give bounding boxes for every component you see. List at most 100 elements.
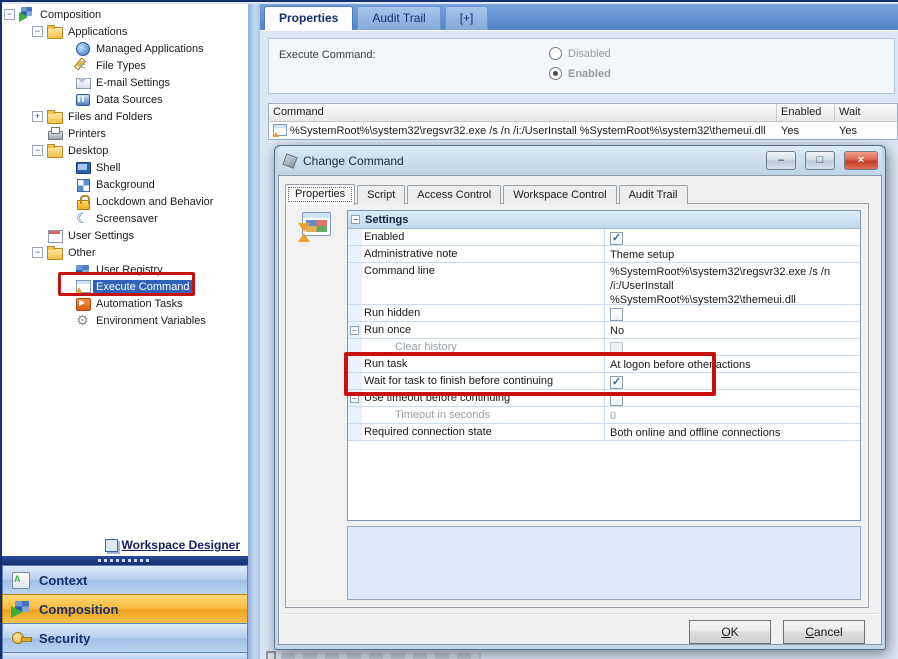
composition-icon	[19, 7, 34, 22]
tree-item-label[interactable]: User Settings	[65, 229, 137, 243]
tree-item-execute-command[interactable]: Execute Command	[2, 278, 248, 295]
wait-cell: Yes	[835, 125, 897, 137]
tree-item-label[interactable]: File Types	[93, 59, 149, 73]
run-hidden-checkbox[interactable]	[610, 308, 623, 321]
obscured-checkbox	[266, 651, 276, 659]
expand-icon[interactable]: +	[32, 111, 43, 122]
collapse-icon[interactable]: −	[350, 326, 359, 335]
restore-button[interactable]: □	[805, 151, 835, 170]
tree-item-label[interactable]: Automation Tasks	[93, 297, 186, 311]
radio-off-icon[interactable]	[549, 47, 562, 60]
tree-item-background[interactable]: Background	[2, 176, 248, 193]
run-task-value[interactable]: At logon before other actions	[605, 356, 860, 372]
tree-item-file-types[interactable]: File Types	[2, 57, 248, 74]
collapse-icon[interactable]: −	[32, 247, 43, 258]
dialog-tab-workspace-control[interactable]: Workspace Control	[503, 185, 616, 204]
dialog-body: Properties Script Access Control Workspa…	[278, 175, 882, 645]
column-header-wait[interactable]: Wait	[835, 104, 897, 121]
setting-name: Enabled	[362, 229, 605, 245]
tree-item-label[interactable]: Desktop	[65, 144, 111, 158]
minimize-button[interactable]: –	[766, 151, 796, 170]
dialog-tab-audit-trail[interactable]: Audit Trail	[619, 185, 688, 204]
tree-item-label[interactable]: Printers	[65, 127, 109, 141]
tree-item-user-settings[interactable]: User Settings	[2, 227, 248, 244]
column-header-enabled[interactable]: Enabled	[777, 104, 835, 121]
tree-item-automation-tasks[interactable]: Automation Tasks	[2, 295, 248, 312]
tree-item-label[interactable]: Managed Applications	[93, 42, 207, 56]
tree-item-label[interactable]: User Registry	[93, 263, 166, 277]
dialog-tab-properties[interactable]: Properties	[285, 184, 355, 205]
tree-item-lockdown-and-behavior[interactable]: Lockdown and Behavior	[2, 193, 248, 210]
tree-item-label[interactable]: Other	[65, 246, 99, 260]
tree-item-environment-variables[interactable]: ⚙ Environment Variables	[2, 312, 248, 329]
tree-item-label[interactable]: Data Sources	[93, 93, 166, 107]
tree-item-label[interactable]: Shell	[93, 161, 123, 175]
tree-item-composition[interactable]: − Composition	[2, 6, 248, 23]
tree-item-other[interactable]: − Other	[2, 244, 248, 261]
dialog-tab-access-control[interactable]: Access Control	[407, 185, 501, 204]
wait-for-task-checkbox[interactable]: ✓	[610, 376, 623, 389]
nav-button-context[interactable]: Context	[2, 565, 248, 594]
setting-name: Run hidden	[362, 305, 605, 321]
panel-splitter[interactable]	[248, 4, 260, 659]
tree-item-screensaver[interactable]: ☾ Screensaver	[2, 210, 248, 227]
setting-row-administrative-note: Administrative note Theme setup	[348, 246, 860, 263]
column-header-command[interactable]: Command	[269, 104, 777, 121]
tree-item-managed-applications[interactable]: Managed Applications	[2, 40, 248, 57]
lockdown-icon	[75, 194, 90, 209]
required-connection-state-value[interactable]: Both online and offline connections	[605, 424, 860, 440]
tree-item-shell[interactable]: Shell	[2, 159, 248, 176]
nav-button-partial[interactable]	[2, 652, 248, 659]
tree-item-label[interactable]: Screensaver	[93, 212, 161, 226]
collapse-icon[interactable]: −	[351, 215, 360, 224]
tree-item-desktop[interactable]: − Desktop	[2, 142, 248, 159]
tree-item-data-sources[interactable]: Data Sources	[2, 91, 248, 108]
tree-item-printers[interactable]: Printers	[2, 125, 248, 142]
tree-item-label[interactable]: E-mail Settings	[93, 76, 173, 90]
use-timeout-checkbox[interactable]	[610, 393, 623, 406]
administrative-note-value[interactable]: Theme setup	[605, 246, 860, 262]
enabled-cell: Yes	[777, 125, 835, 137]
sidebar-splitter[interactable]	[2, 556, 248, 565]
radio-enabled[interactable]: Enabled	[549, 67, 611, 80]
collapse-icon[interactable]: −	[32, 26, 43, 37]
cancel-button[interactable]: Cancel	[783, 620, 865, 644]
collapse-icon[interactable]: −	[4, 9, 15, 20]
ok-button[interactable]: OK	[689, 620, 771, 644]
tree-item-label[interactable]: Applications	[65, 25, 130, 39]
tree-item-user-registry[interactable]: User Registry	[2, 261, 248, 278]
tree-item-email-settings[interactable]: E-mail Settings	[2, 74, 248, 91]
dialog-title-bar[interactable]: Change Command – □ ×	[278, 146, 882, 175]
collapse-icon[interactable]: −	[350, 394, 359, 403]
data-sources-icon	[75, 92, 90, 107]
radio-disabled[interactable]: Disabled	[549, 47, 611, 60]
workspace-designer-link[interactable]: Workspace Designer	[122, 538, 241, 552]
shell-icon	[75, 160, 90, 175]
tree-item-label[interactable]: Environment Variables	[93, 314, 209, 328]
tree-item-label[interactable]: Lockdown and Behavior	[93, 195, 216, 209]
tree-item-label[interactable]: Files and Folders	[65, 110, 155, 124]
tab-audit-trail[interactable]: Audit Trail	[357, 6, 440, 30]
tree-item-label[interactable]: Background	[93, 178, 158, 192]
table-row[interactable]: %SystemRoot%\system32\regsvr32.exe /s /n…	[269, 122, 897, 139]
close-button[interactable]: ×	[844, 151, 878, 170]
radio-on-icon[interactable]	[549, 67, 562, 80]
tab-properties[interactable]: Properties	[264, 6, 353, 30]
tree-item-label[interactable]: Composition	[37, 8, 104, 22]
run-once-value[interactable]: No	[605, 322, 860, 338]
dialog-tab-script[interactable]: Script	[357, 185, 405, 204]
nav-button-composition[interactable]: Composition	[2, 594, 248, 623]
tree-item-applications[interactable]: − Applications	[2, 23, 248, 40]
tree-item-files-and-folders[interactable]: + Files and Folders	[2, 108, 248, 125]
tab-add-new[interactable]: [+]	[445, 6, 489, 30]
command-line-value[interactable]: %SystemRoot%\system32\regsvr32.exe /s /n…	[605, 263, 860, 304]
settings-group-header[interactable]: − Settings	[348, 211, 860, 229]
tree-item-label[interactable]: Execute Command	[93, 280, 193, 294]
collapse-icon[interactable]: −	[32, 145, 43, 156]
enabled-checkbox[interactable]: ✓	[610, 232, 623, 245]
printers-icon	[47, 126, 62, 141]
nav-button-security[interactable]: Security	[2, 623, 248, 652]
setting-row-clear-history: Clear history	[348, 339, 860, 356]
execute-command-large-icon	[298, 212, 332, 242]
command-row-icon	[273, 124, 287, 137]
